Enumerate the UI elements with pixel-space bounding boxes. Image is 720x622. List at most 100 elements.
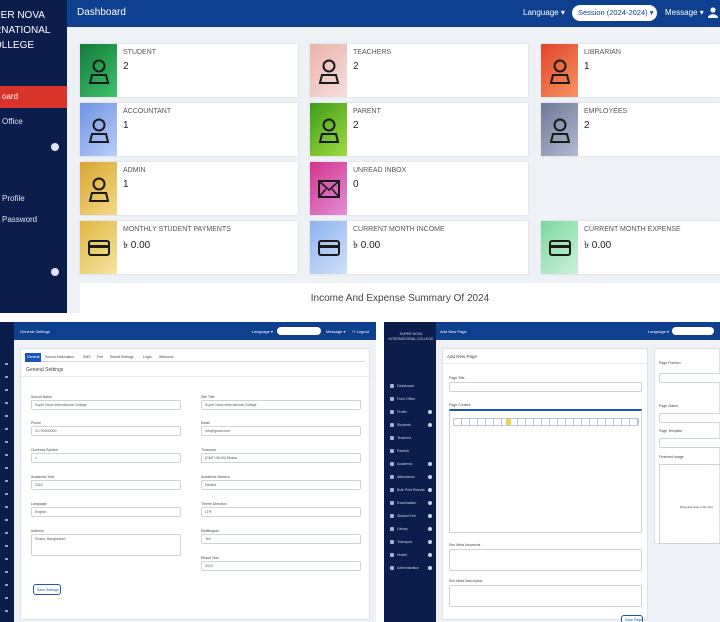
sidebar-item-collapsed-2[interactable]	[0, 261, 67, 281]
sidebar-item-collapsed[interactable]	[0, 136, 67, 156]
language-menu[interactable]: Language ▾	[648, 329, 669, 334]
school-name-input[interactable]: Super Nova International College	[31, 400, 181, 410]
user-icon	[80, 44, 117, 97]
page-title-input[interactable]	[449, 382, 642, 392]
language-menu[interactable]: Language ▾	[252, 329, 273, 334]
card-employees[interactable]: EMPLOYEES 2	[541, 103, 720, 156]
sidebar-item-password[interactable]: Password	[0, 209, 67, 231]
card-value: 1	[123, 120, 129, 131]
tab-welcome[interactable]: Welcome	[159, 355, 174, 359]
dashboard-window: PER NOVA RNATIONAL OLLEGE oard Office Pr…	[0, 0, 720, 313]
sidebar-item-administration[interactable]: Administration	[384, 562, 436, 575]
save-settings-button[interactable]: Save Settings	[33, 584, 61, 595]
card-current-month-expense[interactable]: CURRENT MONTH EXPENSE ৳ 0.00	[541, 221, 720, 274]
tab-general[interactable]: General	[25, 353, 41, 362]
site-title-input[interactable]: Super Nova International College	[201, 400, 361, 410]
page-position-select[interactable]	[659, 373, 720, 383]
message-menu[interactable]: Message ▾	[326, 329, 345, 334]
card-label: STUDENT	[123, 49, 157, 56]
page-template-select[interactable]	[659, 438, 720, 448]
tab-school-information[interactable]: School Information	[45, 355, 74, 359]
address-textarea[interactable]: Dhaka, Bangladesh	[31, 534, 181, 556]
sidebar-item-academic[interactable]: Academic	[384, 458, 436, 471]
language-menu[interactable]: Language ▾	[523, 8, 565, 17]
card-librarian[interactable]: LIBRARIAN 1	[541, 44, 720, 97]
sidebar-item-dashboard[interactable]: oard	[0, 86, 67, 108]
page-status-select[interactable]	[659, 413, 720, 423]
card-admin[interactable]: ADMIN 1	[80, 162, 298, 215]
card-monthly-student-payments[interactable]: MONTHLY STUDENT PAYMENTS ৳ 0.00	[80, 221, 298, 274]
card-value: 2	[584, 120, 590, 131]
card-label: TEACHERS	[353, 49, 392, 56]
card-value: ৳ 0.00	[353, 240, 381, 251]
sidebar-items[interactable]	[5, 352, 8, 612]
tab-login[interactable]: Login	[143, 355, 152, 359]
timezone-select[interactable]: (GMT+06:00) Dhaka	[201, 453, 361, 463]
sidebar-item-examination[interactable]: Examination	[384, 497, 436, 510]
result-year-input[interactable]: 2024	[201, 561, 361, 571]
card-icon	[310, 221, 347, 274]
sidebar-item-teachers[interactable]: Teachers	[384, 432, 436, 445]
seo-keywords-textarea[interactable]	[449, 549, 642, 571]
featured-image-dropzone[interactable]: Drag and drop a file here	[659, 464, 720, 544]
sidebar-item-students[interactable]: Students	[384, 419, 436, 432]
sidebar-item-transport[interactable]: Transport	[384, 536, 436, 549]
card-accountant[interactable]: ACCOUNTANT 1	[80, 103, 298, 156]
user-menu[interactable]: ⚇ Logout	[352, 329, 369, 334]
session-select[interactable]: Session (2024-2024) ▾	[572, 5, 657, 21]
sidebar-item-parents[interactable]: Parents	[384, 445, 436, 458]
page-content-editor[interactable]	[449, 409, 642, 533]
card-teachers[interactable]: TEACHERS 2	[310, 44, 528, 97]
language-select[interactable]: English	[31, 507, 181, 517]
sidebar-item-hostel[interactable]: Hostel	[384, 549, 436, 562]
tab-sms[interactable]: SMS	[83, 355, 91, 359]
field-label: Academic Session	[201, 475, 230, 479]
card-parent[interactable]: PARENT 2	[310, 103, 528, 156]
settings-window: General Settings Language ▾ Message ▾ ⚇ …	[0, 322, 376, 622]
top-navbar: Dashboard Language ▾ Session (2024-2024)…	[67, 0, 720, 27]
section-heading: General Settings	[26, 367, 64, 373]
user-icon	[80, 103, 117, 156]
save-page-button[interactable]: Save Page	[621, 615, 643, 622]
highlight-icon[interactable]	[506, 419, 511, 425]
sidebar-item-front-office[interactable]: Office	[0, 111, 67, 133]
seo-description-textarea[interactable]	[449, 585, 642, 607]
academic-year-select[interactable]: 2024	[31, 480, 181, 490]
multilingual-select[interactable]: Yes	[201, 534, 361, 544]
currency-input[interactable]: ৳	[31, 453, 181, 463]
tab-result-settings[interactable]: Result Settings	[110, 355, 134, 359]
page-title: Dashboard	[77, 7, 126, 18]
sidebar-item-front-office[interactable]: Front Office	[384, 393, 436, 406]
settings-sidebar	[0, 322, 14, 622]
card-unread-inbox[interactable]: UNREAD INBOX 0	[310, 162, 528, 215]
phone-input[interactable]: 01700000000	[31, 426, 181, 436]
user-icon[interactable]	[708, 7, 718, 18]
user-icon	[541, 44, 578, 97]
user-icon	[310, 103, 347, 156]
sidebar-item-attendance[interactable]: Attendance	[384, 471, 436, 484]
card-label: CURRENT MONTH INCOME	[353, 226, 445, 233]
editor-toolbar[interactable]	[453, 418, 639, 426]
page-options-card: Page Position Page Status Page Template …	[654, 348, 720, 544]
sidebar-item-profile[interactable]: Profile	[0, 188, 67, 210]
user-icon	[80, 162, 117, 215]
theme-direction-select[interactable]: LTR	[201, 507, 361, 517]
settings-tabs: General School Information SMS Fee Resul…	[25, 353, 365, 362]
session-select[interactable]	[672, 327, 714, 335]
card-value: ৳ 0.00	[584, 240, 612, 251]
tab-fee[interactable]: Fee	[97, 355, 103, 359]
sidebar-item-bulk-print[interactable]: Bulk Print Results	[384, 484, 436, 497]
card-student[interactable]: STUDENT 2	[80, 44, 298, 97]
user-icon	[310, 44, 347, 97]
message-menu[interactable]: Message ▾	[665, 8, 704, 17]
sidebar-item-profile[interactable]: Profile	[384, 406, 436, 419]
sidebar-item-student-fee[interactable]: Student Fee	[384, 510, 436, 523]
sidebar-item-library[interactable]: Library	[384, 523, 436, 536]
field-label: Result Year	[201, 556, 219, 560]
email-input[interactable]: info@gmail.com	[201, 426, 361, 436]
field-label: Featured Image	[659, 455, 684, 459]
academic-session-select[interactable]: Default	[201, 480, 361, 490]
session-select[interactable]	[277, 327, 321, 335]
sidebar-item-dashboard[interactable]: Dashboard	[384, 380, 436, 393]
card-current-month-income[interactable]: CURRENT MONTH INCOME ৳ 0.00	[310, 221, 528, 274]
